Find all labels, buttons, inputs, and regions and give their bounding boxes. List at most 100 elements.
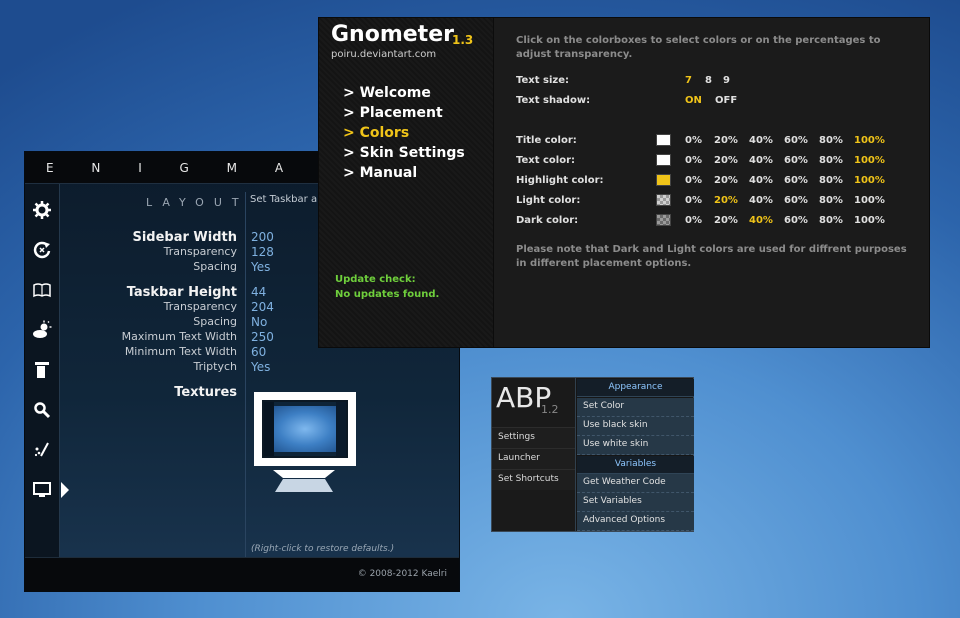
taskbar-height-value[interactable]: 44 (251, 285, 266, 299)
light-0[interactable]: 0% (685, 195, 702, 206)
text-size-7[interactable]: 7 (685, 75, 692, 86)
triptych-value[interactable]: Yes (251, 360, 270, 374)
dark-20[interactable]: 20% (714, 215, 738, 226)
black-skin-item[interactable]: Use black skin (577, 417, 694, 436)
tools-icon[interactable] (32, 440, 52, 460)
max-text-width-value[interactable]: 250 (251, 330, 274, 344)
sidebar-spacing-label: Spacing (193, 260, 237, 273)
menu-skin-settings[interactable]: > Skin Settings (343, 145, 465, 161)
dark-color-label: Dark color: (516, 215, 579, 226)
taskbar-spacing-label: Spacing (193, 315, 237, 328)
dark-40[interactable]: 40% (749, 215, 773, 226)
gnometer-version: 1.3 (452, 33, 474, 47)
title-20[interactable]: 20% (714, 135, 738, 146)
sidebar-transparency-label: Transparency (163, 245, 237, 258)
text-size-9[interactable]: 9 (723, 75, 730, 86)
enigma-title: E N I G M A (46, 161, 301, 175)
text-80[interactable]: 80% (819, 155, 843, 166)
text-size-label: Text size: (516, 75, 569, 86)
highlight-20[interactable]: 20% (714, 175, 738, 186)
sidebar-width-value[interactable]: 200 (251, 230, 274, 244)
title-100[interactable]: 100% (854, 135, 885, 146)
dark-60[interactable]: 60% (784, 215, 808, 226)
dark-color-swatch[interactable] (656, 214, 671, 226)
selection-arrow-icon (61, 482, 69, 498)
text-size-8[interactable]: 8 (705, 75, 712, 86)
text-color-label: Text color: (516, 155, 576, 166)
dark-80[interactable]: 80% (819, 215, 843, 226)
text-100[interactable]: 100% (854, 155, 885, 166)
dark-0[interactable]: 0% (685, 215, 702, 226)
texture-preview[interactable] (254, 392, 356, 466)
text-shadow-label: Text shadow: (516, 95, 591, 106)
menu-manual[interactable]: > Manual (343, 165, 417, 181)
sidebar-width-label: Sidebar Width (132, 230, 237, 245)
preview-screen (262, 400, 348, 458)
gnometer-url[interactable]: poiru.deviantart.com (331, 49, 436, 60)
set-variables-item[interactable]: Set Variables (577, 493, 694, 512)
light-color-label: Light color: (516, 195, 581, 206)
enigma-footer: © 2008-2012 Kaelri (25, 557, 459, 591)
monitor-icon[interactable] (32, 480, 52, 500)
highlight-40[interactable]: 40% (749, 175, 773, 186)
title-80[interactable]: 80% (819, 135, 843, 146)
menu-placement[interactable]: > Placement (343, 105, 443, 121)
title-60[interactable]: 60% (784, 135, 808, 146)
gnometer-window: Gnometer 1.3 poiru.deviantart.com > Welc… (318, 17, 930, 348)
highlight-100[interactable]: 100% (854, 175, 885, 186)
light-40[interactable]: 40% (749, 195, 773, 206)
text-0[interactable]: 0% (685, 155, 702, 166)
menu-colors[interactable]: > Colors (343, 125, 409, 141)
dark-100[interactable]: 100% (854, 215, 885, 226)
abp-window: ABP 1.2 Settings Launcher Set Shortcuts … (491, 377, 694, 532)
min-text-width-value[interactable]: 60 (251, 345, 266, 359)
taskbar-height-label: Taskbar Height (126, 285, 237, 300)
abp-launcher-button[interactable]: Launcher (492, 448, 575, 469)
sidebar-spacing-value[interactable]: Yes (251, 260, 270, 274)
highlight-0[interactable]: 0% (685, 175, 702, 186)
weather-code-item[interactable]: Get Weather Code (577, 474, 694, 493)
min-text-width-label: Minimum Text Width (124, 345, 237, 358)
taskbar-spacing-value[interactable]: No (251, 315, 267, 329)
light-60[interactable]: 60% (784, 195, 808, 206)
shadow-off[interactable]: OFF (715, 95, 737, 106)
highlight-80[interactable]: 80% (819, 175, 843, 186)
variables-header: Variables (577, 456, 694, 474)
title-color-swatch[interactable] (656, 134, 671, 146)
colors-note: Please note that Dark and Light colors a… (516, 244, 907, 269)
search-icon[interactable] (32, 400, 52, 420)
title-40[interactable]: 40% (749, 135, 773, 146)
text-20[interactable]: 20% (714, 155, 738, 166)
sidebar-transparency-value[interactable]: 128 (251, 245, 274, 259)
highlight-color-swatch[interactable] (656, 174, 671, 186)
light-color-swatch[interactable] (656, 194, 671, 206)
text-color-swatch[interactable] (656, 154, 671, 166)
highlight-60[interactable]: 60% (784, 175, 808, 186)
advanced-options-item[interactable]: Advanced Options (577, 512, 694, 531)
set-color-item[interactable]: Set Color (577, 398, 694, 417)
text-40[interactable]: 40% (749, 155, 773, 166)
title-color-label: Title color: (516, 135, 577, 146)
light-100[interactable]: 100% (854, 195, 885, 206)
textures-label: Textures (174, 385, 237, 400)
menu-welcome[interactable]: > Welcome (343, 85, 431, 101)
text-60[interactable]: 60% (784, 155, 808, 166)
copyright-text: © 2008-2012 Kaelri (357, 569, 447, 579)
colors-intro: Click on the colorboxes to select colors… (516, 35, 881, 60)
shadow-on[interactable]: ON (685, 95, 702, 106)
taskbar-transparency-value[interactable]: 204 (251, 300, 274, 314)
abp-version: 1.2 (541, 403, 559, 416)
taskbar-transparency-label: Transparency (163, 300, 237, 313)
preview-stand (273, 470, 335, 492)
restore-defaults-hint: (Right-click to restore defaults.) (251, 544, 395, 554)
title-0[interactable]: 0% (685, 135, 702, 146)
light-80[interactable]: 80% (819, 195, 843, 206)
update-status[interactable]: No updates found. (335, 289, 439, 300)
layout-heading: LAYOUT (146, 196, 249, 209)
abp-shortcuts-button[interactable]: Set Shortcuts (492, 469, 575, 490)
white-skin-item[interactable]: Use white skin (577, 436, 694, 455)
light-20[interactable]: 20% (714, 195, 738, 206)
abp-left-panel: ABP 1.2 Settings Launcher Set Shortcuts (492, 378, 576, 531)
abp-settings-button[interactable]: Settings (492, 427, 575, 448)
gear-icon[interactable] (32, 200, 52, 220)
